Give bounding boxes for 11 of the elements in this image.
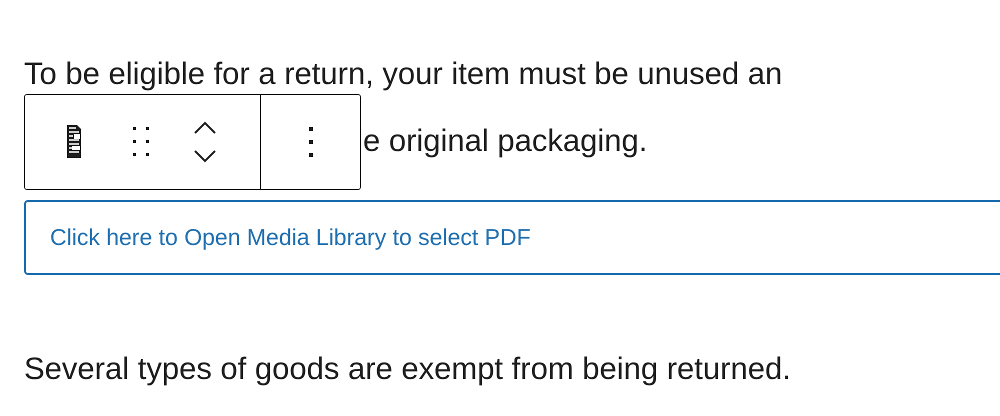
more-icon: [308, 127, 312, 157]
drag-icon: [133, 127, 149, 157]
move-up-button[interactable]: [193, 121, 217, 135]
open-media-library-button[interactable]: Click here to Open Media Library to select PDF: [24, 200, 1000, 275]
paragraph-text: e original packaging.: [363, 122, 648, 160]
document-icon: [66, 125, 82, 159]
paragraph-text: To be eligible for a return, your item must be unused an: [24, 55, 782, 93]
paragraph-text: Several types of goods are exempt from being returned.: [24, 351, 791, 387]
chevron-down-icon: [193, 149, 217, 163]
chevron-up-icon: [193, 121, 217, 135]
move-down-button[interactable]: [193, 149, 217, 163]
